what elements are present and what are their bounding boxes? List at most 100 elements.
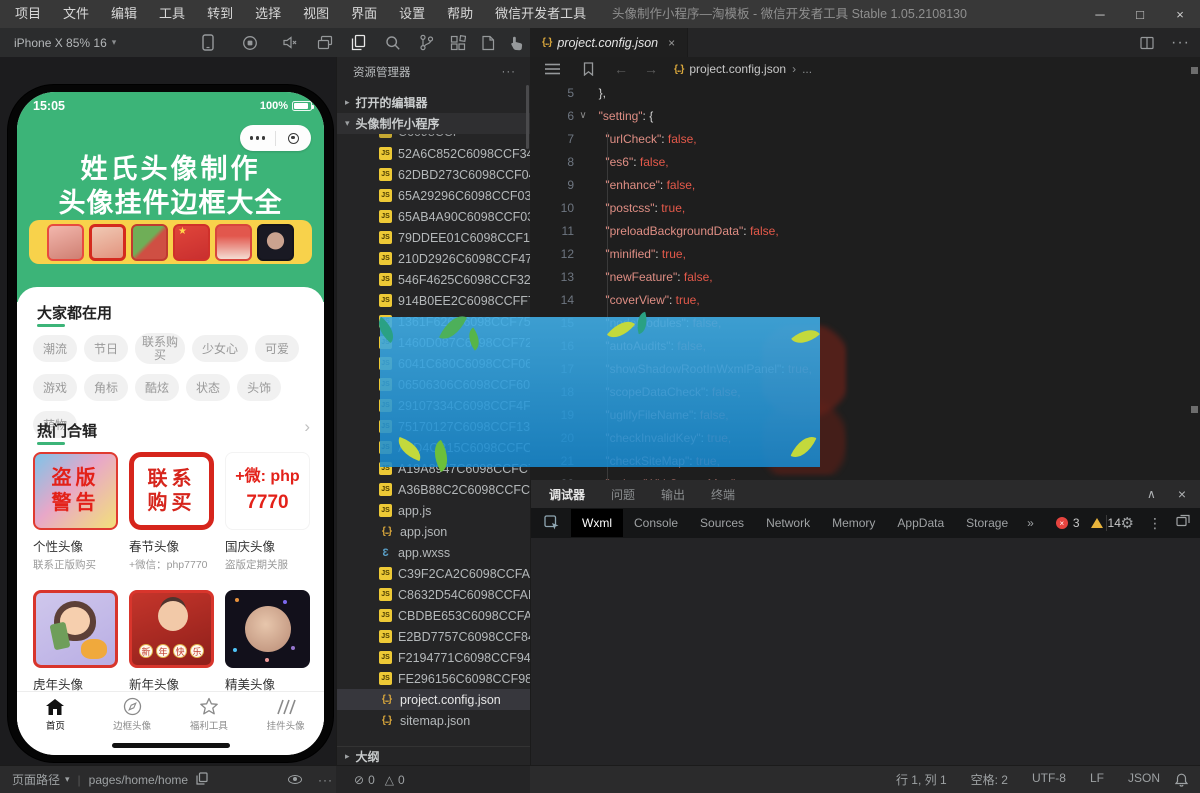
file-row[interactable]: app.js <box>337 500 530 521</box>
file-row[interactable]: CBDBE653C6098CCFA... <box>337 605 530 626</box>
category-chip[interactable]: 游戏 <box>33 374 78 402</box>
windows-icon[interactable] <box>315 33 335 52</box>
mute-icon[interactable] <box>280 33 300 52</box>
inspect-element-icon[interactable] <box>539 512 565 534</box>
devtools-tab[interactable]: AppData <box>886 509 955 537</box>
capsule-more-icon[interactable] <box>240 136 275 140</box>
avatar-thumbnail[interactable] <box>131 223 168 261</box>
devtools-settings-icon[interactable]: ⚙ <box>1121 514 1134 532</box>
file-row[interactable]: app.json <box>337 521 530 542</box>
category-chip[interactable]: 头饰 <box>237 374 282 402</box>
open-editors-section[interactable]: ▸ 打开的编辑器 <box>337 92 530 113</box>
fold-icon[interactable]: ∨ <box>574 110 592 121</box>
page-path-selector[interactable]: 页面路径 ▾ <box>12 771 70 788</box>
capsule-exit-icon[interactable] <box>276 132 311 144</box>
devtools-menu-icon[interactable]: ⋮ <box>1148 515 1162 532</box>
file-row[interactable]: project.config.json <box>337 689 530 710</box>
tab-close-icon[interactable]: × <box>668 36 675 50</box>
file-row[interactable]: 62DBD273C6098CCF04... <box>337 164 530 185</box>
copy-icon[interactable] <box>196 771 208 788</box>
category-chip[interactable]: 联系购买 <box>135 333 186 365</box>
debugger-tab[interactable]: 输出 <box>661 486 685 503</box>
category-chip[interactable]: 少女心 <box>192 335 249 363</box>
status-item[interactable]: 行 1, 列 1 <box>896 771 947 788</box>
status-item[interactable]: UTF-8 <box>1032 771 1066 788</box>
file-row[interactable]: C39F2CA2C6098CCFA5... <box>337 563 530 584</box>
file-row[interactable]: F2194771C6098CCF94... <box>337 647 530 668</box>
file-row[interactable]: C8632D54C6098CCFAE... <box>337 584 530 605</box>
avatar-thumbnail[interactable] <box>47 223 84 261</box>
file-row[interactable]: 65AB4A90C6098CCF03... <box>337 206 530 227</box>
file-row[interactable]: 65A29296C6098CCF03... <box>337 185 530 206</box>
eye-icon[interactable] <box>288 773 302 787</box>
file-row[interactable]: FE296156C6098CCF98... <box>337 668 530 689</box>
category-chip[interactable]: 酷炫 <box>135 374 180 402</box>
avatar-thumbnail[interactable] <box>173 223 210 261</box>
tab-widget-avatar[interactable]: 挂件头像 <box>247 692 324 737</box>
devtools-tab[interactable]: Wxml <box>571 509 623 537</box>
tab-welfare-tools[interactable]: 福利工具 <box>171 692 248 737</box>
devtools-tab[interactable]: Sources <box>689 509 755 537</box>
breadcrumb-file[interactable]: project.config.json <box>689 62 786 76</box>
device-selector[interactable]: iPhone X 85% 16 ▾ <box>14 36 116 50</box>
file-row[interactable]: app.wxss <box>337 542 530 563</box>
collection-card[interactable]: 精美头像 <box>225 590 310 693</box>
bookmark-icon[interactable] <box>578 60 598 79</box>
status-item[interactable]: 空格: 2 <box>971 771 1008 788</box>
extensions-icon[interactable] <box>448 33 468 52</box>
debugger-tab[interactable]: 终端 <box>711 486 735 503</box>
explorer-more-icon[interactable]: ··· <box>502 66 517 78</box>
file-row[interactable]: C6098CCF <box>337 134 530 143</box>
list-icon[interactable] <box>542 60 562 79</box>
devtools-tab[interactable]: Storage <box>955 509 1019 537</box>
file-row[interactable]: 79DDEE01C6098CCF1F... <box>337 227 530 248</box>
undock-icon[interactable] <box>1176 514 1190 532</box>
category-chip[interactable]: 节日 <box>84 335 129 363</box>
file-row[interactable]: 546F4625C6098CCF32... <box>337 269 530 290</box>
collection-card[interactable]: +微: php 7770 国庆头像 盗版定期关服 <box>225 452 310 572</box>
collection-card[interactable]: 虎年头像 <box>33 590 118 693</box>
file-row[interactable]: sitemap.json <box>337 710 530 731</box>
category-chip[interactable]: 可爱 <box>255 335 300 363</box>
explorer-files-icon[interactable] <box>348 33 368 52</box>
avatar-thumbnail[interactable] <box>89 223 126 261</box>
tab-home[interactable]: 首页 <box>17 692 94 737</box>
file-row[interactable]: A36B88C2C6098CCFC5... <box>337 479 530 500</box>
file-row[interactable]: E2BD7757C6098CCF84... <box>337 626 530 647</box>
menu-item[interactable]: 转到 <box>196 0 244 28</box>
overflow-tabs-icon[interactable]: » <box>1019 516 1042 530</box>
close-panel-icon[interactable]: × <box>1178 486 1186 502</box>
menu-item[interactable]: 设置 <box>388 0 436 28</box>
phone-icon[interactable] <box>198 33 218 52</box>
menu-item[interactable]: 工具 <box>148 0 196 28</box>
file-row[interactable]: 914B0EE2C6098CCFF7... <box>337 290 530 311</box>
minimize-button[interactable]: ─ <box>1080 0 1120 28</box>
collection-card[interactable]: 新年快乐 新年头像 <box>129 590 214 693</box>
category-chip[interactable]: 角标 <box>84 374 129 402</box>
forward-icon[interactable]: → <box>644 61 658 77</box>
category-chip[interactable]: 状态 <box>186 374 231 402</box>
category-chip[interactable]: 潮流 <box>33 335 78 363</box>
tab-project-config-json[interactable]: {..} project.config.json × <box>530 28 689 57</box>
avatar-thumbnail[interactable] <box>215 223 252 261</box>
split-editor-icon[interactable] <box>1137 33 1157 52</box>
git-branch-icon[interactable] <box>416 33 436 52</box>
chevron-right-icon[interactable]: › <box>304 417 310 437</box>
search-icon[interactable] <box>383 33 403 52</box>
file-row[interactable]: 210D2926C6098CCF47... <box>337 248 530 269</box>
menu-item[interactable]: 界面 <box>340 0 388 28</box>
back-icon[interactable]: ← <box>614 61 628 77</box>
menu-item[interactable]: 文件 <box>52 0 100 28</box>
tab-border-avatar[interactable]: 边框头像 <box>94 692 171 737</box>
menu-item[interactable]: 编辑 <box>100 0 148 28</box>
collection-card[interactable]: 联系 购买 春节头像 +微信：php7770 <box>129 452 214 572</box>
menu-item[interactable]: 帮助 <box>436 0 484 28</box>
menu-item[interactable]: 微信开发者工具 <box>484 0 597 28</box>
debugger-tab[interactable]: 问题 <box>611 486 635 503</box>
home-indicator[interactable] <box>111 743 230 748</box>
avatar-thumbnail[interactable] <box>257 223 294 261</box>
file-icon[interactable] <box>478 33 498 52</box>
maximize-button[interactable]: □ <box>1120 0 1160 28</box>
page-path-value[interactable]: pages/home/home <box>89 773 188 787</box>
devtools-body[interactable] <box>531 538 1200 765</box>
